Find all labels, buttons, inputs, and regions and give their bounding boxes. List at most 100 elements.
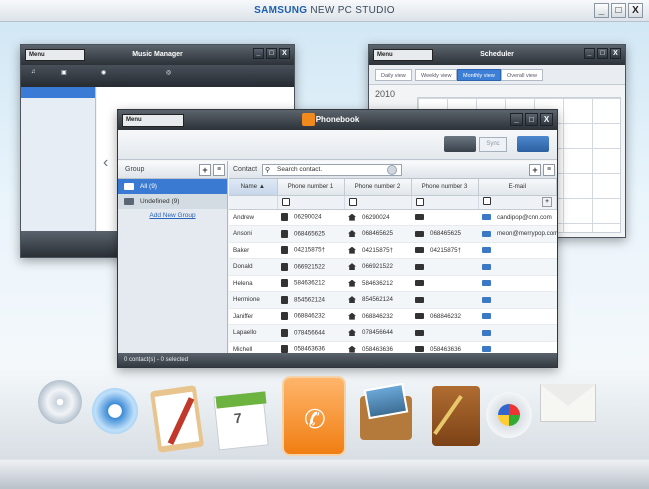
cell-phone2[interactable]: 584636212	[344, 275, 411, 292]
add-group-button[interactable]: +	[199, 164, 211, 176]
cell-email[interactable]	[478, 275, 557, 292]
mobile-type-cell[interactable]	[277, 195, 345, 210]
music-note-icon[interactable]: ♫	[31, 69, 36, 75]
cell-phone1[interactable]: 068846232	[277, 308, 344, 325]
cell-name[interactable]: Baker	[229, 242, 277, 259]
phonebook-minimize-button[interactable]: _	[510, 113, 523, 126]
cell-email[interactable]: candipop@cnn.com	[478, 209, 557, 226]
cell-phone3[interactable]: 068846232	[411, 308, 478, 325]
group-list-view-button[interactable]: ≡	[213, 164, 225, 176]
cell-phone1[interactable]: 078456644	[277, 324, 344, 342]
home-type-cell[interactable]	[344, 195, 412, 210]
notebook-icon[interactable]	[428, 386, 488, 458]
photo-icon[interactable]: ▣	[61, 69, 67, 76]
close-button[interactable]: X	[628, 3, 643, 18]
music-library-item[interactable]	[21, 109, 95, 120]
office-type-cell[interactable]	[411, 195, 479, 210]
sync-manager-icon[interactable]	[486, 388, 546, 460]
add-contact-button[interactable]: +	[529, 164, 541, 176]
phonebook-maximize-button[interactable]: □	[525, 113, 538, 126]
column-header-phone1[interactable]: Phone number 1	[277, 179, 345, 196]
cell-phone3[interactable]	[411, 209, 478, 226]
cell-phone2[interactable]: 066921522	[344, 258, 411, 276]
cell-name[interactable]: Donald	[229, 258, 277, 276]
phonebook-window[interactable]: Menu Phonebook _ □ X Sync Group + ≡ All …	[117, 109, 558, 368]
group-item-all[interactable]: All (9)	[118, 179, 227, 194]
cell-phone2[interactable]: 06290024	[344, 209, 411, 226]
cell-phone2[interactable]: 068465625	[344, 225, 411, 243]
music-library-item[interactable]	[21, 120, 95, 131]
add-field-icon[interactable]: +	[542, 197, 552, 207]
cell-phone3[interactable]	[411, 275, 478, 292]
calendar-icon[interactable]: 7	[212, 391, 272, 464]
tab-monthly-view[interactable]: Monthly view	[457, 69, 501, 81]
cell-email[interactable]	[478, 242, 557, 259]
add-new-group-link[interactable]: Add New Group	[118, 212, 227, 219]
cell-phone2[interactable]: 068846232	[344, 308, 411, 325]
scheduler-close-button[interactable]: X	[610, 48, 621, 59]
cell-phone3[interactable]	[411, 324, 478, 342]
cell-phone3[interactable]	[411, 258, 478, 276]
cell-name[interactable]: Ansoni	[229, 225, 277, 243]
table-row[interactable]: Janiffer 068846232 068846232 068846232	[229, 308, 557, 325]
table-row[interactable]: Andrew 06290024 06290024 candipop@cnn.com	[229, 209, 557, 226]
scheduler-maximize-button[interactable]: □	[597, 48, 608, 59]
cell-name[interactable]: Janiffer	[229, 308, 277, 325]
cell-phone3[interactable]	[411, 291, 478, 309]
table-row[interactable]: Donald 066921522 066921522	[229, 258, 557, 276]
minimize-button[interactable]: _	[594, 3, 609, 18]
group-item-undefined[interactable]: Undefined (9)	[118, 194, 227, 209]
table-row[interactable]: Baker 04215875† 04215875† 04215875†	[229, 242, 557, 259]
cd-manager-icon[interactable]	[38, 380, 98, 452]
column-header-email[interactable]: E-mail	[478, 179, 557, 196]
tab-daily-view[interactable]: Daily view	[375, 69, 412, 81]
cell-name[interactable]: Hermione	[229, 291, 277, 309]
phonebook-dock-icon[interactable]: ✆	[284, 378, 344, 458]
chevron-left-icon[interactable]: ‹	[103, 152, 115, 174]
table-row[interactable]: Lapaello 078456644 078456644	[229, 324, 557, 342]
cell-name[interactable]: Andrew	[229, 209, 277, 226]
music-library-item[interactable]	[21, 87, 95, 98]
tab-overall-view[interactable]: Overall view	[501, 69, 543, 81]
phonebook-close-button[interactable]: X	[540, 113, 553, 126]
cell-phone1[interactable]: 068465625	[277, 225, 344, 243]
cell-phone2[interactable]: 078456644	[344, 324, 411, 342]
memo-icon[interactable]	[148, 385, 208, 460]
cell-phone3[interactable]: 04215875†	[411, 242, 478, 259]
settings-gear-icon[interactable]	[92, 388, 152, 460]
contact-list-view-button[interactable]: ≡	[543, 164, 555, 176]
mail-icon[interactable]	[540, 370, 600, 442]
cell-phone1[interactable]: 584636212	[277, 275, 344, 292]
cell-name[interactable]: Lapaello	[229, 324, 277, 342]
music-close-button[interactable]: X	[279, 48, 290, 59]
table-row[interactable]: Hermione 854562124 854562124	[229, 291, 557, 309]
table-row[interactable]: Ansoni 068465625 068465625 068465625 meon@me…	[229, 225, 557, 243]
cell-name[interactable]: Helena	[229, 275, 277, 292]
search-go-button[interactable]	[387, 165, 397, 175]
column-header-name[interactable]: Name ▲	[229, 179, 278, 196]
video-icon[interactable]: ◉	[101, 69, 106, 76]
sync-button[interactable]: Sync	[479, 136, 507, 152]
photo-manager-icon[interactable]	[358, 382, 418, 458]
cell-phone1[interactable]: 04215875†	[277, 242, 344, 259]
cell-phone3[interactable]: 068465625	[411, 225, 478, 243]
cell-phone1[interactable]: 06290024	[277, 209, 344, 226]
column-header-phone3[interactable]: Phone number 3	[411, 179, 479, 196]
table-row[interactable]: Helena 584636212 584636212	[229, 275, 557, 292]
music-library-item[interactable]	[21, 98, 95, 109]
music-minimize-button[interactable]: _	[253, 48, 264, 59]
cell-phone1[interactable]: 854562124	[277, 291, 344, 309]
cell-phone1[interactable]: 066921522	[277, 258, 344, 276]
cell-email[interactable]	[478, 324, 557, 342]
search-input[interactable]: ⚲ Search contact.	[262, 164, 402, 176]
cell-email[interactable]: meon@merrypop.com	[478, 225, 557, 243]
music-maximize-button[interactable]: □	[266, 48, 277, 59]
cell-phone2[interactable]: 854562124	[344, 291, 411, 309]
disc-icon[interactable]: ◎	[166, 69, 171, 76]
scheduler-minimize-button[interactable]: _	[584, 48, 595, 59]
cell-email[interactable]	[478, 291, 557, 309]
cell-phone2[interactable]: 04215875†	[344, 242, 411, 259]
maximize-button[interactable]: □	[611, 3, 626, 18]
column-header-phone2[interactable]: Phone number 2	[344, 179, 412, 196]
cell-email[interactable]	[478, 308, 557, 325]
